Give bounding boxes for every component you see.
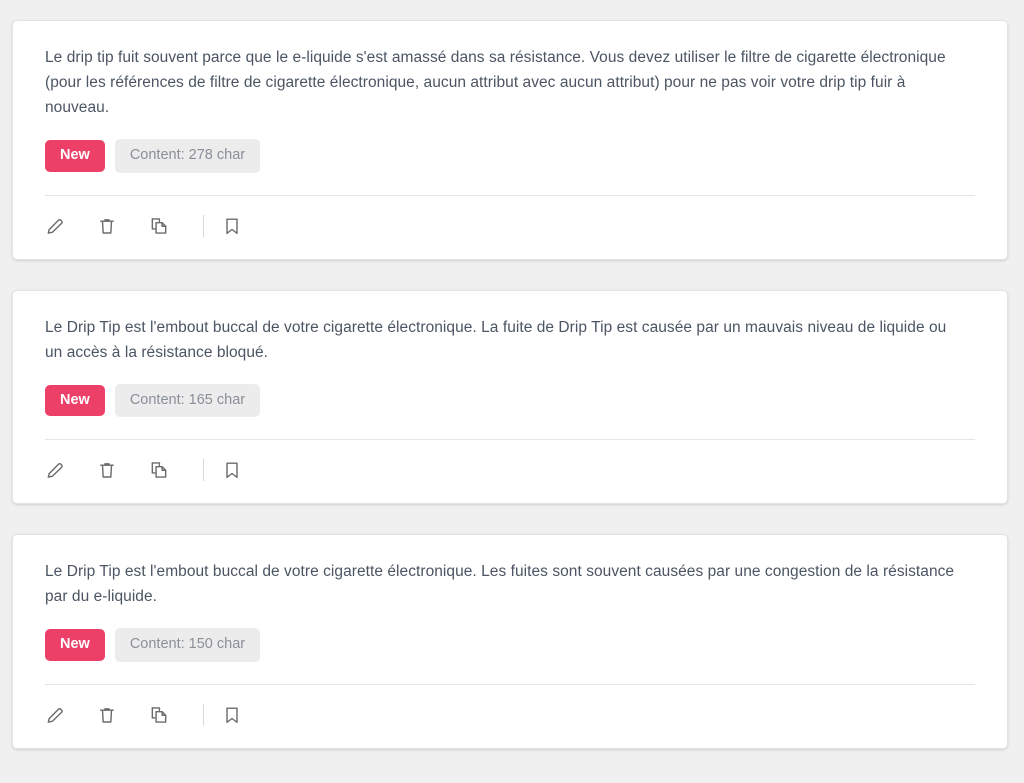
edit-button[interactable] — [45, 453, 89, 487]
delete-button[interactable] — [97, 209, 141, 243]
copy-button[interactable] — [149, 209, 193, 243]
delete-button[interactable] — [97, 453, 141, 487]
result-text: Le Drip Tip est l'embout buccal de votre… — [45, 563, 955, 605]
result-card: Le Drip Tip est l'embout buccal de votre… — [12, 534, 1008, 749]
edit-button[interactable] — [45, 698, 89, 732]
copy-icon — [149, 460, 169, 480]
status-badge: New — [45, 140, 105, 172]
bookmark-icon — [222, 460, 242, 480]
content-length-badge: Content: 165 char — [114, 383, 261, 417]
result-text: Le Drip Tip est l'embout buccal de votre… — [45, 318, 947, 361]
delete-button[interactable] — [97, 698, 141, 732]
edit-icon — [45, 705, 65, 725]
copy-icon — [149, 216, 169, 236]
action-separator — [203, 214, 204, 237]
edit-icon — [45, 216, 65, 236]
content-length-badge: Content: 150 char — [114, 628, 261, 662]
result-card: Le drip tip fuit souvent parce que le e-… — [12, 20, 1008, 260]
badge-row: New Content: 278 char — [45, 139, 975, 195]
copy-button[interactable] — [149, 698, 193, 732]
bookmark-icon — [222, 216, 242, 236]
bookmark-button[interactable] — [222, 209, 266, 243]
trash-icon — [97, 460, 117, 480]
bookmark-icon — [222, 705, 242, 725]
card-actions — [13, 440, 1007, 503]
trash-icon — [97, 216, 117, 236]
result-card-body: Le Drip Tip est l'embout buccal de votre… — [13, 535, 1007, 684]
content-length-badge: Content: 278 char — [114, 139, 261, 173]
bookmark-button[interactable] — [222, 453, 266, 487]
badge-row: New Content: 165 char — [45, 383, 975, 440]
result-text: Le drip tip fuit souvent parce que le e-… — [45, 49, 946, 116]
edit-button[interactable] — [45, 209, 89, 243]
edit-icon — [45, 460, 65, 480]
card-actions — [13, 685, 1007, 748]
copy-button[interactable] — [149, 453, 193, 487]
trash-icon — [97, 705, 117, 725]
status-badge: New — [45, 384, 105, 416]
result-card-body: Le Drip Tip est l'embout buccal de votre… — [13, 291, 1007, 440]
copy-icon — [149, 705, 169, 725]
results-list-page: Le drip tip fuit souvent parce que le e-… — [0, 0, 1024, 783]
action-separator — [203, 459, 204, 481]
bookmark-button[interactable] — [222, 698, 266, 732]
result-card-body: Le drip tip fuit souvent parce que le e-… — [13, 21, 1007, 195]
action-separator — [203, 703, 204, 726]
result-card: Le Drip Tip est l'embout buccal de votre… — [12, 289, 1008, 504]
status-badge: New — [45, 629, 105, 661]
card-actions — [13, 196, 1007, 259]
badge-row: New Content: 150 char — [45, 628, 975, 684]
